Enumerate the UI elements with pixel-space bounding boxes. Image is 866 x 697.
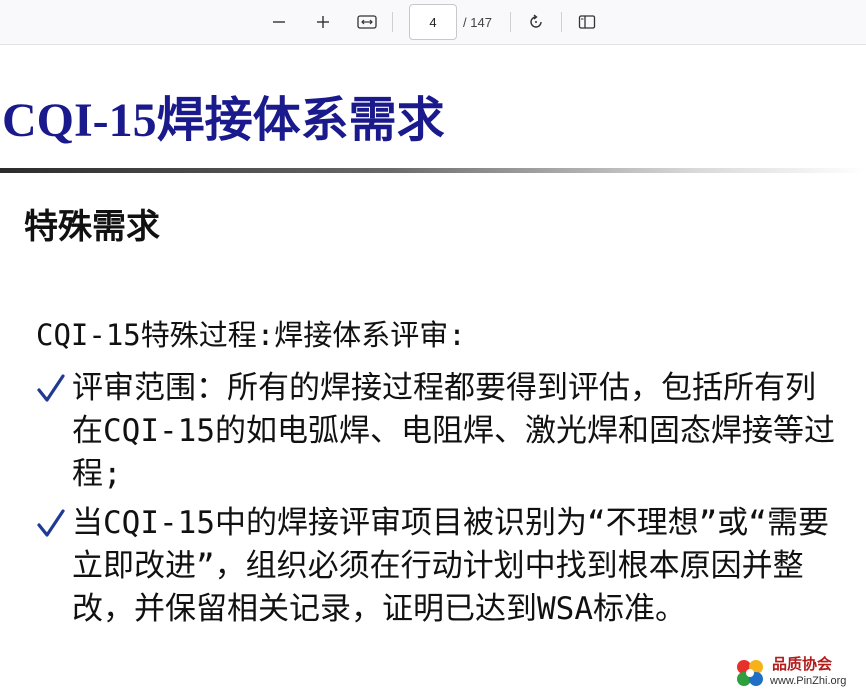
- watermark-url: www.PinZhi.org: [770, 675, 847, 687]
- bullet-list: 评审范围：所有的焊接过程都要得到评估，包括所有列在CQI-15的如电弧焊、电阻焊…: [36, 367, 836, 637]
- toolbar-separator: [560, 12, 562, 32]
- bullet-text: 评审范围：所有的焊接过程都要得到评估，包括所有列在CQI-15的如电弧焊、电阻焊…: [72, 370, 835, 492]
- page-number-input[interactable]: [409, 4, 458, 40]
- bullet-item: 评审范围：所有的焊接过程都要得到评估，包括所有列在CQI-15的如电弧焊、电阻焊…: [36, 367, 836, 496]
- flower-logo-icon: [737, 660, 763, 686]
- bullet-text: 当CQI-15中的焊接评审项目被识别为“不理想”或“需要立即改进”，组织必须在行…: [72, 505, 829, 627]
- toolbar-separator: [509, 12, 511, 32]
- rotate-icon: [530, 14, 542, 28]
- fit-width-button[interactable]: [352, 7, 382, 37]
- pdf-toolbar: / 147: [0, 0, 866, 45]
- page-total: / 147: [463, 14, 492, 30]
- checkmark-icon: [37, 509, 65, 537]
- zoom-in-button[interactable]: [308, 7, 338, 37]
- rotate-button[interactable]: [521, 7, 551, 37]
- sidebar-toggle-button[interactable]: [572, 7, 602, 37]
- slide-subtitle: 特殊需求: [24, 207, 160, 247]
- toolbar-separator: [392, 12, 394, 32]
- watermark-logo: 品质协会 www.PinZhi.org: [732, 653, 858, 693]
- sidebar-icon: [578, 15, 596, 29]
- intro-text: CQI-15特殊过程:焊接体系评审:: [36, 318, 466, 352]
- plus-icon: [317, 16, 330, 28]
- fit-width-icon: [357, 15, 377, 29]
- title-divider: [0, 168, 866, 173]
- checkmark-icon: [37, 374, 65, 402]
- minus-icon: [273, 21, 286, 23]
- bullet-item: 当CQI-15中的焊接评审项目被识别为“不理想”或“需要立即改进”，组织必须在行…: [36, 502, 836, 631]
- document-page: CQI-15焊接体系需求 特殊需求 CQI-15特殊过程:焊接体系评审: 评审范…: [0, 45, 866, 697]
- slide-title: CQI-15焊接体系需求: [2, 94, 445, 147]
- zoom-out-button[interactable]: [264, 7, 294, 37]
- watermark-name: 品质协会: [772, 655, 833, 673]
